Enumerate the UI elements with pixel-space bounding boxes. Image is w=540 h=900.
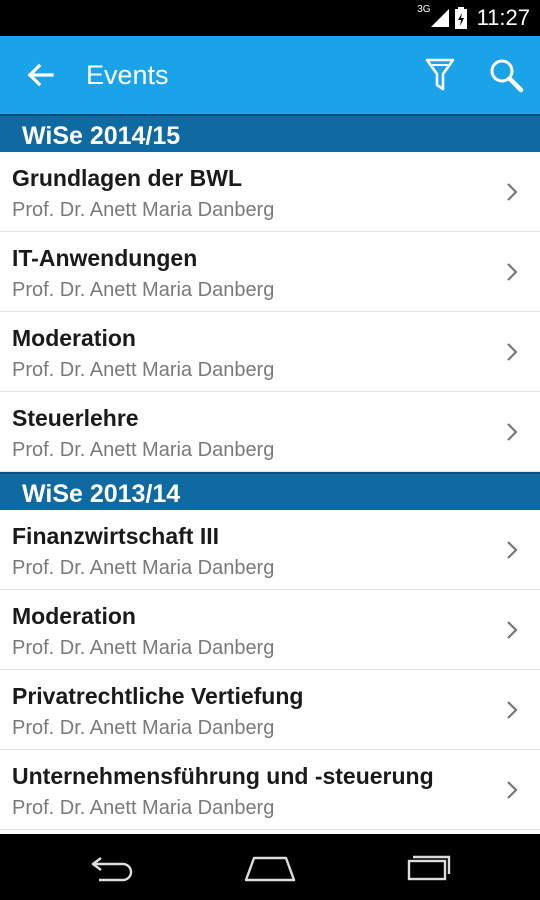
- back-button[interactable]: [22, 57, 58, 93]
- event-lecturer: Prof. Dr. Anett Maria Danberg: [12, 279, 275, 301]
- list-item[interactable]: Finanzwirtschaft III Prof. Dr. Anett Mar…: [0, 510, 540, 590]
- event-title: IT-Anwendungen: [12, 245, 198, 271]
- event-title: Privatrechtliche Vertiefung: [12, 683, 304, 709]
- back-icon: [91, 857, 133, 882]
- chevron-right-icon: [507, 423, 518, 441]
- search-icon: [490, 59, 524, 93]
- event-lecturer: Prof. Dr. Anett Maria Danberg: [12, 359, 275, 381]
- event-title: Steuerlehre: [12, 405, 139, 431]
- page-title: Events: [86, 60, 169, 90]
- section-header: WiSe 2014/15: [0, 114, 540, 152]
- navigation-bar: [0, 834, 540, 900]
- section-header: WiSe 2013/14: [0, 472, 540, 510]
- status-icons: 3G 11:27: [417, 0, 530, 36]
- battery-icon: [454, 7, 467, 29]
- event-lecturer: Prof. Dr. Anett Maria Danberg: [12, 439, 275, 461]
- app-bar: Events: [0, 36, 540, 114]
- list-item[interactable]: Moderation Prof. Dr. Anett Maria Danberg: [0, 590, 540, 670]
- chevron-right-icon: [507, 621, 518, 639]
- clock: 11:27: [476, 5, 530, 30]
- nav-recents-button[interactable]: [398, 848, 458, 886]
- event-lecturer: Prof. Dr. Anett Maria Danberg: [12, 797, 275, 819]
- filter-button[interactable]: [420, 55, 460, 95]
- chevron-right-icon: [507, 541, 518, 559]
- nav-back-button[interactable]: [82, 848, 142, 886]
- event-title: Grundlagen der BWL: [12, 165, 242, 191]
- event-lecturer: Prof. Dr. Anett Maria Danberg: [12, 557, 275, 579]
- filter-icon: [425, 58, 455, 91]
- event-title: Moderation: [12, 603, 136, 629]
- search-button[interactable]: [486, 55, 526, 95]
- chevron-right-icon: [507, 343, 518, 361]
- recents-icon: [407, 855, 451, 881]
- list-item[interactable]: Privatrechtliche Vertiefung Prof. Dr. An…: [0, 670, 540, 750]
- list-item[interactable]: Grundlagen der BWL Prof. Dr. Anett Maria…: [0, 152, 540, 232]
- event-lecturer: Prof. Dr. Anett Maria Danberg: [12, 637, 275, 659]
- event-lecturer: Prof. Dr. Anett Maria Danberg: [12, 717, 275, 739]
- status-bar: 3G 11:27: [0, 0, 540, 36]
- home-icon: [244, 856, 296, 882]
- signal-icon: [430, 9, 449, 27]
- chevron-right-icon: [507, 183, 518, 201]
- network-type: 3G: [417, 4, 431, 15]
- nav-home-button[interactable]: [240, 848, 300, 886]
- list-item[interactable]: Unternehmensführung und -steuerung Prof.…: [0, 750, 540, 830]
- event-title: Unternehmensführung und -steuerung: [12, 763, 434, 789]
- chevron-right-icon: [507, 263, 518, 281]
- list-item[interactable]: IT-Anwendungen Prof. Dr. Anett Maria Dan…: [0, 232, 540, 312]
- chevron-right-icon: [507, 781, 518, 799]
- event-title: Finanzwirtschaft III: [12, 523, 220, 549]
- list-item[interactable]: Steuerlehre Prof. Dr. Anett Maria Danber…: [0, 392, 540, 472]
- arrow-left-icon: [27, 63, 54, 87]
- event-list: WiSe 2014/15 Grundlagen der BWL Prof. Dr…: [0, 114, 540, 830]
- list-item[interactable]: Moderation Prof. Dr. Anett Maria Danberg: [0, 312, 540, 392]
- event-title: Moderation: [12, 325, 136, 351]
- chevron-right-icon: [507, 701, 518, 719]
- event-lecturer: Prof. Dr. Anett Maria Danberg: [12, 199, 275, 221]
